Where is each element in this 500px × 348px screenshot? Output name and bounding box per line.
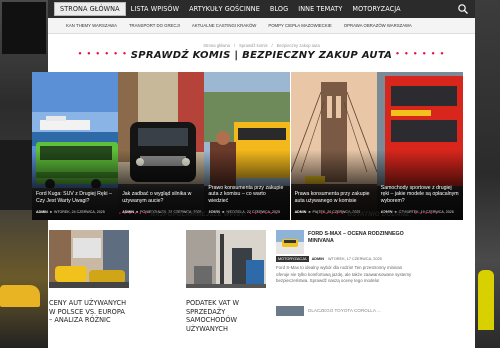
decorative-dots: • • • • • • (119, 211, 148, 217)
decorative-dots: • • • • • (321, 211, 345, 217)
subnav-item[interactable]: POMPY CIEPŁA MAZOWIECKIE (262, 23, 337, 28)
nav-item-home[interactable]: STRONA GŁÓWNA (54, 2, 126, 16)
popular-post-image (49, 230, 129, 288)
slide-card[interactable]: Prawo konsumenta przy zakupie auta z kom… (204, 72, 291, 220)
recent-post-meta: MOTORYZACJA ADMIN WTOREK, 17 CZERWCA, 2025 (276, 256, 382, 262)
sub-nav: KAN THEMY WARSZAWA TRANSPORT DO GRECJI A… (48, 18, 475, 34)
category-badge[interactable]: MOTORYZACJA (276, 256, 309, 262)
recent-heading: • • • • • OSTATNIO DODANE: • • • • • (318, 211, 441, 218)
popular-post-card[interactable]: CENY AUT UŻYWANYCH W POLSCE VS. EUROPA –… (49, 230, 129, 325)
nav-item-posts[interactable]: LISTA WPISÓW (126, 0, 184, 18)
breadcrumb-item[interactable]: Bezpieczny zakup auta (277, 43, 320, 48)
recent-heading-text: OSTATNIO DODANE: (347, 212, 412, 218)
decorative-dots: • • • • • • (77, 50, 128, 58)
popular-post-title[interactable]: PODATEK VAT W SPRZEDAŻY SAMOCHODÓW UŻYWA… (186, 298, 266, 333)
nav-item-automotive[interactable]: MOTORYZACJA (347, 0, 405, 18)
breadcrumb-home[interactable]: Strona główna (203, 43, 230, 48)
slide-author[interactable]: ADMIN (36, 210, 48, 214)
slide-author[interactable]: ADMIN (295, 210, 307, 214)
slide-card[interactable]: Ford Kuga: SUV z Drugiej Ręki – Czy Jest… (32, 72, 118, 220)
decorative-dots: • • • • • • (249, 211, 279, 217)
nav-item-blog[interactable]: BLOG (265, 0, 293, 18)
background-figure (478, 270, 494, 330)
popular-post-card[interactable]: PODATEK VAT W SPRZEDAŻY SAMOCHODÓW UŻYWA… (186, 230, 266, 333)
breadcrumb: Strona główna / Sprawdź komis / Bezpieczny z… (48, 43, 475, 48)
main-nav: STRONA GŁÓWNA LISTA WPISÓW ARTYKUŁY GOŚC… (48, 0, 475, 18)
nav-item-other[interactable]: INNE TEMATY (293, 0, 347, 18)
slide-meta: ADMIN ■ WTOREK, 24 CZERWCA, 2025 (36, 210, 116, 214)
recent-post-excerpt: Ford S-Max to idealny wybór dla rodzin! … (276, 265, 412, 284)
subnav-item[interactable]: KAN THEMY WARSZAWA (60, 23, 123, 28)
recent-post-title[interactable]: FORD S-MAX – OCENA RODZINNEGO MINIVANA (308, 231, 408, 244)
popular-heading: • • • • • • NAJPOPULARNIEJSZE WPISY: • • •… (116, 211, 281, 218)
slide-card[interactable]: Prawa konsumenta przy zakupie auta używa… (290, 72, 377, 220)
separator-icon: ■ (49, 210, 52, 214)
decorative-dots: • • • • • (414, 211, 439, 217)
slide-date: WTOREK, 24 CZERWCA, 2025 (53, 210, 105, 214)
slide-card[interactable]: Jak zadbać o wygląd silnika w używanym a… (118, 72, 205, 220)
decorative-dots: • • • • • • (395, 50, 446, 58)
popular-heading-text: NAJPOPULARNIEJSZE WPISY: (150, 212, 247, 218)
slide-card[interactable]: Samochody sportowe z drugiej ręki – jaki… (376, 72, 463, 220)
recent-post-date: WTOREK, 17 CZERWCA, 2025 (328, 257, 382, 261)
recent-post-author[interactable]: ADMIN (312, 257, 324, 261)
slide-title[interactable]: Ford Kuga: SUV z Drugiej Ręki – Czy Jest… (36, 191, 114, 204)
recent-post-title[interactable]: DLACZEGO TOYOTA COROLLA ... (308, 308, 381, 313)
slide-title[interactable]: Jak zadbać o wygląd silnika w używanym a… (122, 191, 200, 204)
background-taxi (0, 285, 40, 307)
recent-post-thumbnail[interactable] (276, 230, 304, 254)
slide-title[interactable]: Prawo konsumenta przy zakupie auta z kom… (208, 185, 286, 204)
breadcrumb-item[interactable]: Sprawdź komis (239, 43, 267, 48)
background-sign (2, 2, 46, 54)
subnav-item[interactable]: OPRAWA OBRAZÓW WARSZAWA (338, 23, 418, 28)
site-title[interactable]: • • • • • • SPRAWDŹ KOMIS | BEZPIECZNY ZA… (48, 50, 475, 61)
slide-title[interactable]: Prawa konsumenta przy zakupie auta używa… (295, 191, 373, 204)
subnav-item[interactable]: TRANSPORT DO GRECJI (123, 23, 186, 28)
site-title-text[interactable]: SPRAWDŹ KOMIS | BEZPIECZNY ZAKUP AUTA (131, 50, 392, 61)
breadcrumb-separator: / (271, 43, 273, 48)
popular-post-title[interactable]: CENY AUT UŻYWANYCH W POLSCE VS. EUROPA –… (49, 298, 129, 325)
featured-slider: Ford Kuga: SUV z Drugiej Ręki – Czy Jest… (32, 72, 491, 220)
breadcrumb-separator: / (233, 43, 236, 48)
search-icon[interactable] (457, 3, 469, 15)
subnav-item[interactable]: AKTUALNE CASTINGI KRAKÓW (186, 23, 262, 28)
slide-title[interactable]: Samochody sportowe z drugiej ręki – jaki… (381, 185, 459, 204)
separator-icon: ■ (308, 210, 311, 214)
recent-post-thumbnail[interactable] (276, 306, 304, 316)
nav-item-guest-articles[interactable]: ARTYKUŁY GOŚCINNE (184, 0, 265, 18)
popular-post-image (186, 230, 266, 288)
